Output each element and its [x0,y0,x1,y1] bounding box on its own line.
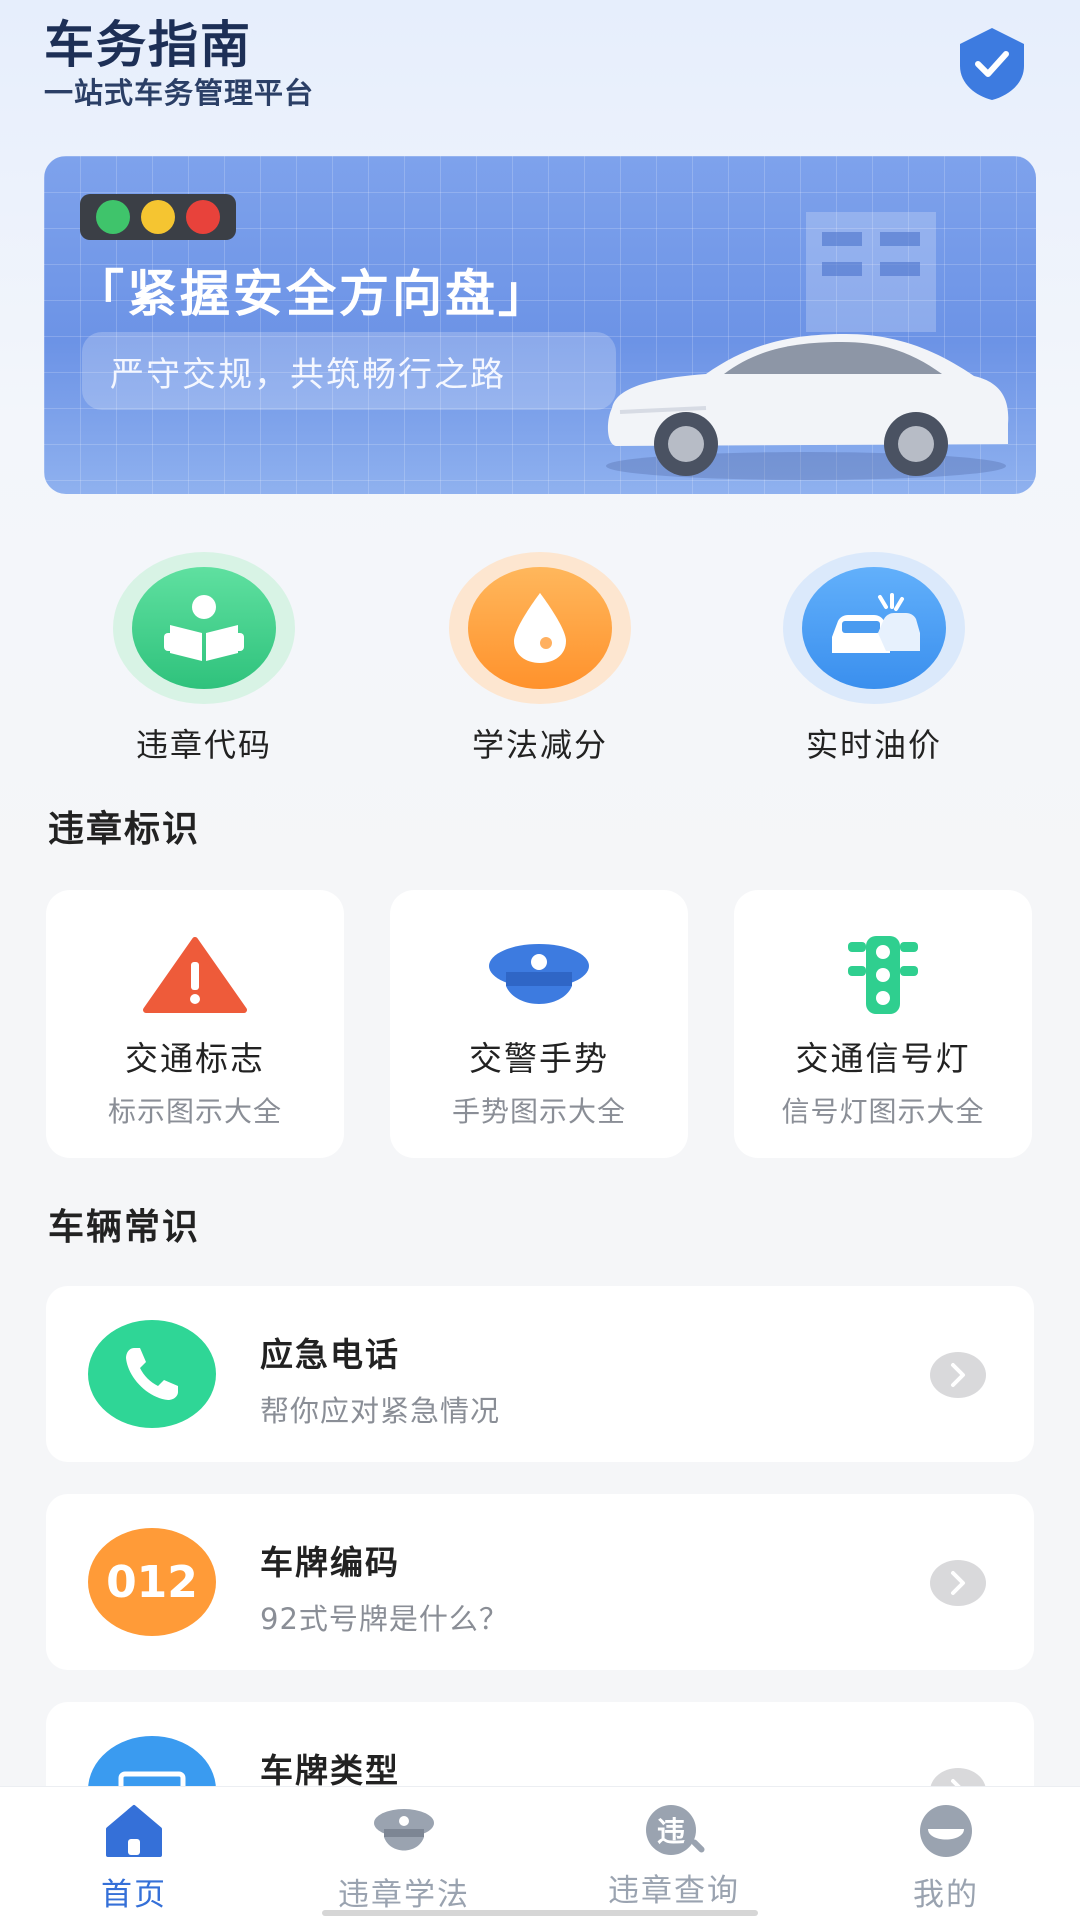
app-title: 车务指南 [44,16,252,74]
chevron-right-icon[interactable] [930,1560,986,1606]
sign-card-title: 交通标志 [125,1039,265,1078]
promo-banner[interactable]: 「紧握安全方向盘」 严守交规，共筑畅行之路 [44,156,1036,494]
nav-profile-label: 我的 [913,1877,979,1913]
warning-triangle-icon [143,937,247,1013]
tool-violation-code-bg [113,552,295,704]
nav-study[interactable]: 违章学法 [304,1803,504,1914]
yellow-light [140,200,175,234]
nav-profile[interactable]: 我的 [846,1803,1046,1914]
profile-icon [920,1805,972,1857]
home-icon [106,1805,162,1857]
tool-violation-code-circle [132,567,276,689]
sign-card-subtitle: 手势图示大全 [451,1095,626,1128]
tool-study-deduction-bg [449,552,631,704]
app-subtitle: 一站式车务管理平台 [44,76,315,110]
app-header: 车务指南 一站式车务管理平台 [44,14,1036,124]
police-cap-icon [374,1809,434,1851]
police-cap-icon [489,944,589,1004]
tool-violation-code-label: 违章代码 [135,726,272,764]
list-item-subtitle: 帮你应对紧急情况 [260,1394,501,1428]
nav-study-label: 违章学法 [338,1877,470,1913]
list-item-emergency-phone[interactable]: 应急电话 帮你应对紧急情况 [46,1286,1034,1462]
list-item-subtitle: 92式号牌是什么？ [260,1602,509,1636]
green-light [95,200,130,234]
car-collision-icon [832,593,920,653]
tool-oil-price-bg [783,552,965,704]
list-item-title: 车牌编码 [260,1543,400,1582]
traffic-light-illustration [80,194,236,240]
tool-oil-price-label: 实时油价 [805,726,942,764]
water-drop-icon [514,593,566,663]
bottom-nav: 首页 违章学法 违 违章查询 我的 [0,1786,1080,1920]
tool-oil-price-circle [802,567,946,689]
sign-card-police-gestures[interactable]: 交警手势 手势图示大全 [390,890,688,1158]
list-item-title: 车牌类型 [260,1751,400,1790]
list-item-icon-bg [88,1320,216,1428]
red-light [186,200,221,234]
search-handle [690,1838,706,1854]
section-title-signs: 违章标识 [48,809,201,850]
tool-violation-code[interactable]: 违章代码 [54,552,354,766]
sign-card-title: 交通信号灯 [795,1039,971,1078]
chevron-right-icon[interactable] [930,1352,986,1398]
sign-card-subtitle: 标示图示大全 [107,1095,282,1128]
traffic-light-icon [848,936,918,1014]
tool-study-deduction-circle [468,567,612,689]
list-item-title: 应急电话 [260,1335,400,1374]
sign-card-subtitle: 信号灯图示大全 [781,1095,985,1128]
tool-study-deduction-label: 学法减分 [471,726,608,764]
quick-tools: 违章代码 学法减分 实时油价 [44,552,1036,764]
nav-query-label: 违章查询 [608,1873,740,1909]
nav-home-label: 首页 [101,1877,167,1913]
reading-person-icon [164,595,244,661]
nav-query[interactable]: 违 违章查询 [574,1803,774,1910]
car-illustration [606,334,1009,480]
list-item-plate-code[interactable]: 012 车牌编码 92式号牌是什么？ [46,1494,1034,1670]
tool-oil-price[interactable]: 实时油价 [724,552,1024,766]
banner-slogan: 严守交规，共筑畅行之路 [82,332,616,410]
section-title-vehicle: 车辆常识 [48,1207,201,1248]
shield-check-icon[interactable] [956,26,1028,102]
sign-card-traffic-lights[interactable]: 交通信号灯 信号灯图示大全 [734,890,1032,1158]
banner-headline: 「紧握安全方向盘」 [74,265,551,323]
number-plate-code-icon: 012 [88,1528,216,1636]
plate-code-icon-text: 012 [106,1556,198,1608]
violation-search-icon: 违 [642,1803,706,1859]
building-illustration [806,212,936,332]
tool-study-deduction[interactable]: 学法减分 [390,552,690,766]
sign-card-traffic-signs[interactable]: 交通标志 标示图示大全 [46,890,344,1158]
violation-search-icon-text: 违 [646,1805,696,1855]
nav-home[interactable]: 首页 [34,1803,234,1914]
phone-icon [126,1348,178,1400]
home-indicator [322,1910,758,1916]
sign-card-title: 交警手势 [469,1039,609,1078]
